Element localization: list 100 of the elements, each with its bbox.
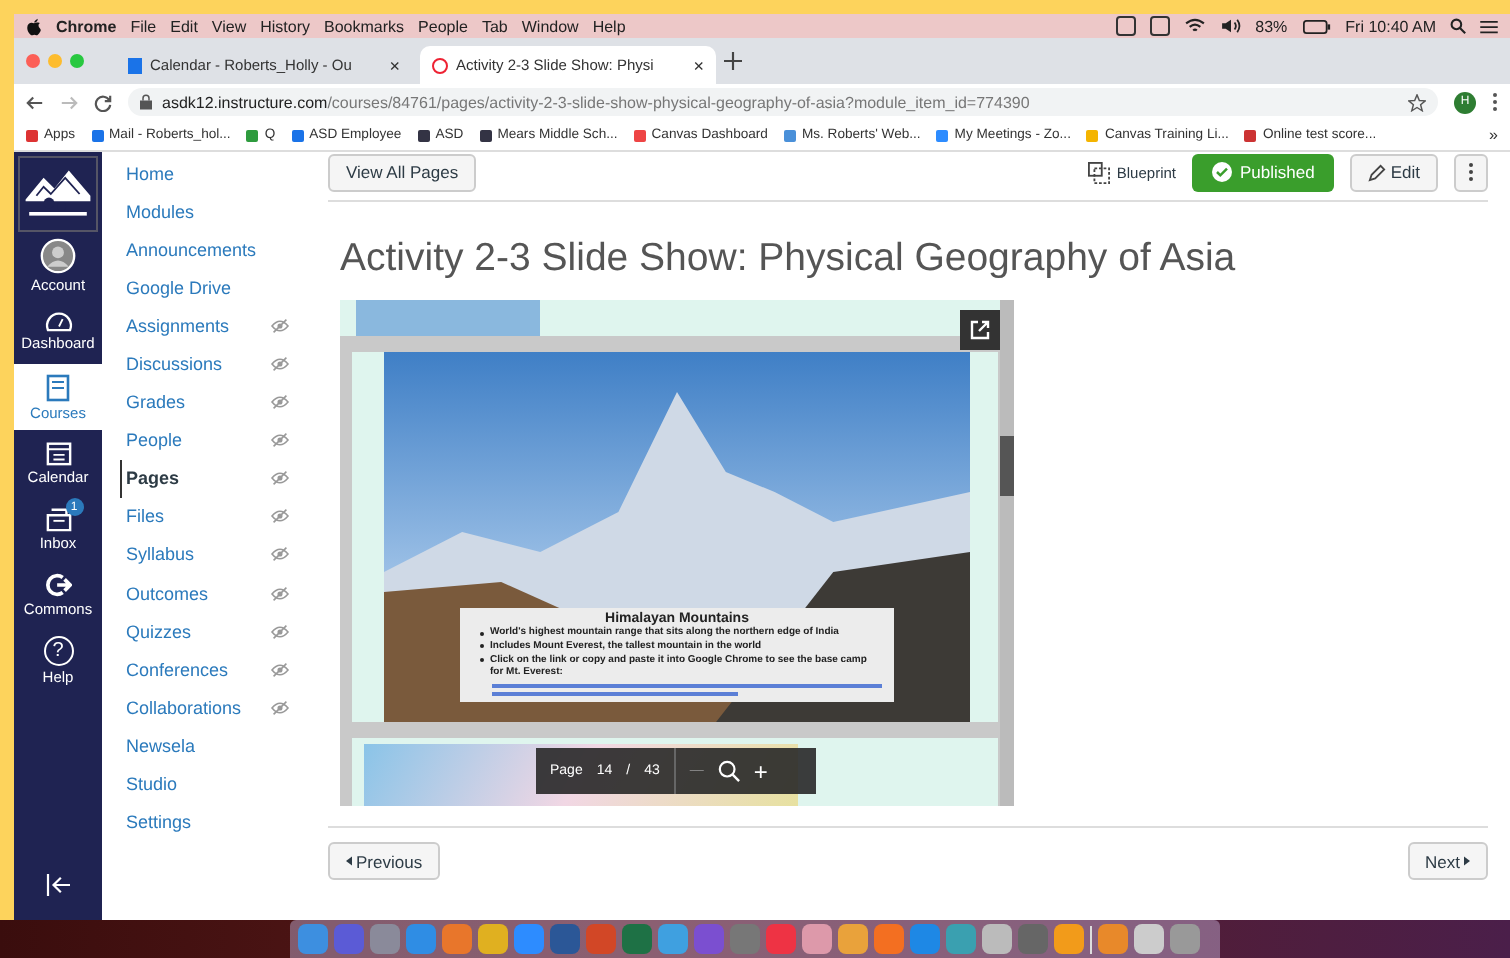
pencil-icon (1368, 163, 1387, 181)
new-tab-icon[interactable] (724, 52, 742, 70)
menu-item[interactable]: Window (521, 17, 579, 35)
wifi-icon[interactable] (1183, 18, 1206, 34)
close-tab-icon[interactable]: × (389, 55, 400, 75)
course-nav-link[interactable]: Modules (126, 201, 195, 222)
dock-app-icon[interactable] (406, 924, 436, 954)
search-icon[interactable] (1450, 18, 1466, 34)
dock-app-icon[interactable] (910, 924, 940, 954)
course-nav-link[interactable]: Studio (126, 774, 178, 795)
eye-slash-icon (270, 356, 290, 373)
menu-item[interactable]: Help (592, 17, 626, 35)
close-window-icon[interactable] (26, 54, 40, 68)
dock-app-icon[interactable] (658, 924, 688, 954)
dock-app-icon[interactable] (946, 924, 976, 954)
more-bookmarks-icon[interactable]: » (1489, 126, 1498, 144)
calendar-icon (128, 57, 142, 73)
minimize-window-icon[interactable] (48, 54, 62, 68)
left-triangle-icon (346, 856, 352, 866)
course-nav-link[interactable]: Announcements (126, 239, 257, 260)
list-icon[interactable] (1480, 19, 1498, 33)
course-nav-link[interactable]: Quizzes (126, 621, 192, 642)
apple-logo-icon[interactable] (26, 17, 42, 35)
dock-app-icon[interactable] (550, 924, 580, 954)
course-nav-link[interactable]: Google Drive (126, 277, 232, 298)
forward-icon[interactable] (60, 93, 78, 111)
back-icon[interactable] (26, 93, 44, 111)
menu-item[interactable]: Edit (170, 17, 198, 35)
menu-item[interactable]: Tab (481, 17, 508, 35)
reload-icon[interactable] (94, 93, 112, 111)
popout-button[interactable] (960, 310, 1000, 350)
speaker-icon[interactable] (1219, 18, 1242, 34)
close-tab-icon[interactable]: × (693, 55, 704, 75)
battery-icon[interactable] (1301, 19, 1332, 33)
menu-item[interactable]: View (211, 17, 247, 35)
course-nav-link[interactable]: Newsela (126, 735, 196, 756)
course-nav-link[interactable]: Home (126, 163, 175, 184)
dock-app-icon[interactable] (1134, 924, 1164, 954)
dock-app-icon[interactable] (838, 924, 868, 954)
check-circle-icon (1212, 162, 1232, 182)
eye-slash-icon (270, 585, 290, 602)
book-icon (46, 373, 70, 401)
dock-app-icon[interactable] (442, 924, 472, 954)
dock-app-icon[interactable] (874, 924, 904, 954)
menu-item[interactable]: File (130, 17, 157, 35)
course-nav-link[interactable]: Pages (126, 468, 180, 489)
course-nav-link[interactable]: Conferences (126, 659, 229, 680)
dock-app-icon[interactable] (982, 924, 1012, 954)
school-logo[interactable] (18, 156, 98, 232)
menu-item[interactable]: Chrome (56, 17, 117, 35)
next-button[interactable]: Next (1407, 842, 1488, 880)
status-app-icon[interactable] (1149, 16, 1170, 36)
menu-item[interactable]: Bookmarks (324, 17, 405, 35)
course-nav-link[interactable]: Collaborations (126, 697, 242, 718)
address-field[interactable]: asdk12.instructure.com/courses/84761/pages/activity-2-3-slide-show-physical-geography-of-asia?module_item_id=774390 (128, 88, 1438, 116)
lock-icon (140, 94, 152, 110)
clock[interactable]: Fri 10:40 AM (1345, 17, 1436, 35)
battery-percent: 83% (1255, 17, 1288, 35)
eye-slash-icon (270, 699, 290, 716)
dock-app-icon[interactable] (514, 924, 544, 954)
course-nav-link[interactable]: Files (126, 506, 165, 527)
course-nav-link[interactable]: People (126, 430, 183, 451)
eye-slash-icon (270, 661, 290, 678)
dock-app-icon[interactable] (478, 924, 508, 954)
page-title: Activity 2-3 Slide Show: Physical Geography of Asia (340, 236, 1238, 282)
menu-item[interactable]: History (260, 17, 311, 35)
course-nav-link[interactable]: Grades (126, 392, 186, 413)
more-options-button[interactable] (1454, 153, 1488, 191)
zoom-icon[interactable] (717, 760, 740, 782)
view-all-pages-button[interactable]: View All Pages (328, 153, 477, 191)
arrow-in-circle-icon (45, 572, 71, 598)
right-triangle-icon (1464, 856, 1470, 866)
maximize-window-icon[interactable] (70, 54, 84, 68)
gauge-icon (43, 310, 73, 332)
more-icon[interactable] (1492, 92, 1498, 112)
dock-app-icon[interactable] (298, 924, 328, 954)
eye-slash-icon (270, 623, 290, 640)
dock-app-icon[interactable] (802, 924, 832, 954)
collapse-icon[interactable] (45, 874, 71, 896)
previous-button[interactable]: Previous (328, 842, 441, 880)
star-icon[interactable] (1408, 93, 1426, 111)
eye-slash-icon (270, 317, 290, 334)
status-app-icon[interactable] (1115, 16, 1136, 36)
edit-button[interactable]: Edit (1350, 153, 1438, 191)
scrollbar-thumb[interactable] (1000, 436, 1014, 496)
inbox-icon (45, 506, 71, 532)
eye-slash-icon (270, 470, 290, 487)
dock-app-icon[interactable] (1098, 924, 1128, 954)
course-nav-link[interactable]: Syllabus (126, 544, 195, 565)
ring-icon (432, 57, 448, 73)
course-nav-link[interactable]: Assignments (126, 315, 230, 336)
dock-app-icon[interactable] (1170, 924, 1200, 954)
course-nav-link[interactable]: Outcomes (126, 583, 209, 604)
zoom-in-button[interactable]: + (753, 757, 768, 785)
course-nav-link[interactable]: Settings (126, 812, 192, 833)
course-nav-link[interactable]: Discussions (126, 354, 223, 375)
blueprint-icon (1088, 161, 1111, 183)
dock-app-icon[interactable] (370, 924, 400, 954)
dock-app-icon[interactable] (1054, 924, 1084, 954)
menu-item[interactable]: People (418, 17, 468, 35)
